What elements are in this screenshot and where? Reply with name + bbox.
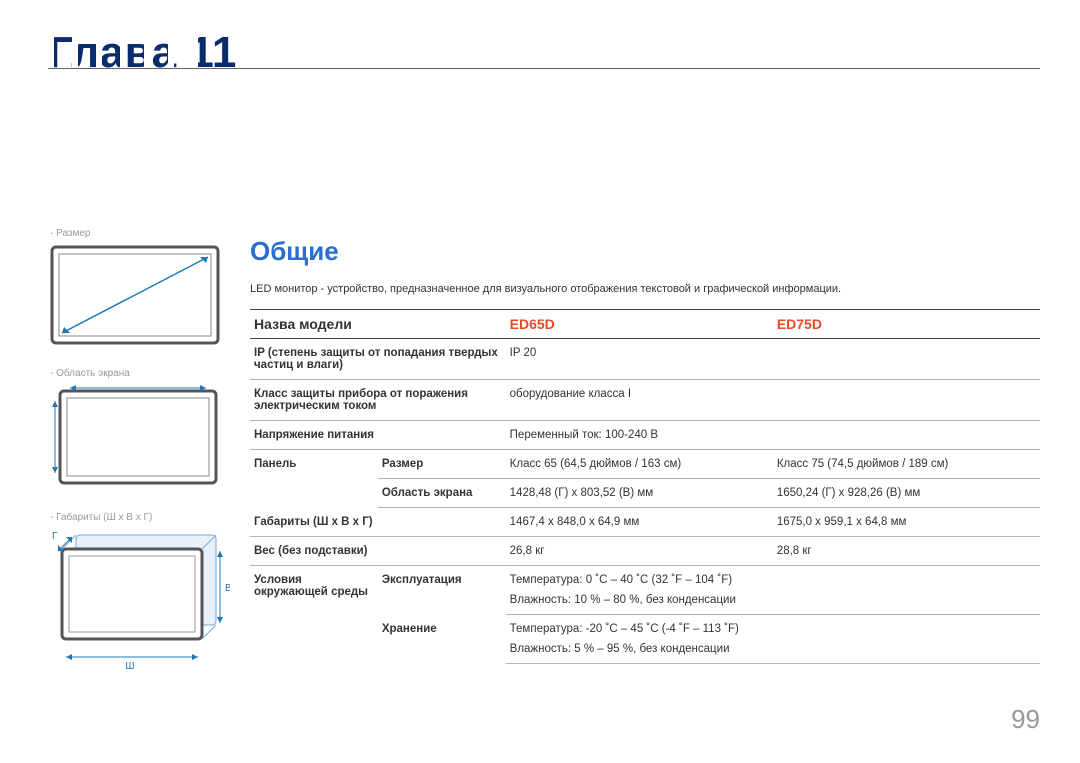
sidebar-diagrams: Размер Область экрана Габариты (Ш x В x …	[50, 228, 220, 698]
env-op-label: Эксплуатация	[378, 566, 506, 615]
spec-table: Назва модели ED65D ED75D IP (степень защ…	[250, 309, 1040, 664]
chapter-title-cut: Глава 11	[48, 28, 237, 70]
env-st-label: Хранение	[378, 615, 506, 664]
ip-value: IP 20	[506, 339, 1040, 380]
panel-area-label: Область экрана	[378, 479, 506, 508]
axis-w-label: Ш	[125, 661, 134, 672]
panel-area-a: 1428,48 (Г) x 803,52 (В) мм	[506, 479, 773, 508]
main-content: Общие LED монитор - устройство, предназн…	[250, 236, 1040, 664]
intro-text: LED монитор - устройство, предназначенно…	[250, 283, 1040, 295]
row-panel-size: Панель Размер Класс 65 (64,5 дюймов / 16…	[250, 450, 1040, 479]
row-class: Класс защиты прибора от поражения электр…	[250, 380, 1040, 421]
weight-b: 28,8 кг	[773, 537, 1040, 566]
env-label: Условия окружающей среды	[250, 566, 378, 664]
diagram-screen-area-block: Область экрана	[50, 368, 220, 492]
diagram-size-label: Размер	[50, 228, 220, 239]
diagram-size-icon	[50, 245, 220, 345]
row-env-op-temp: Условия окружающей среды Эксплуатация Те…	[250, 566, 1040, 595]
panel-area-b: 1650,24 (Г) x 928,26 (В) мм	[773, 479, 1040, 508]
weight-label: Вес (без подставки)	[250, 537, 506, 566]
env-op-hum: Влажность: 10 % – 80 %, без конденсации	[506, 594, 1040, 615]
voltage-label: Напряжение питания	[250, 421, 506, 450]
dims-a: 1467,4 x 848,0 x 64,9 мм	[506, 508, 773, 537]
header-label: Назва модели	[250, 310, 506, 339]
diagram-dims-block: Габариты (Ш x В x Г) Ш В Г	[50, 512, 220, 678]
env-st-temp: Температура: -20 ˚C – 45 ˚C (-4 ˚F – 113…	[506, 615, 1040, 644]
diagram-size-block: Размер	[50, 228, 220, 348]
env-op-temp: Температура: 0 ˚C – 40 ˚C (32 ˚F – 104 ˚…	[506, 566, 1040, 595]
row-dimensions: Габариты (Ш x В x Г) 1467,4 x 848,0 x 64…	[250, 508, 1040, 537]
page-number: 99	[1011, 704, 1040, 735]
table-header-row: Назва модели ED65D ED75D	[250, 310, 1040, 339]
voltage-value: Переменный ток: 100-240 В	[506, 421, 1040, 450]
ip-label: IP (степень защиты от попадания твердых …	[250, 339, 506, 380]
row-ip: IP (степень защиты от попадания твердых …	[250, 339, 1040, 380]
model-b: ED75D	[773, 310, 1040, 339]
row-weight: Вес (без подставки) 26,8 кг 28,8 кг	[250, 537, 1040, 566]
section-title: Общие	[250, 236, 1040, 267]
axis-d-label: Г	[52, 531, 58, 542]
diagram-screen-area-label: Область экрана	[50, 368, 220, 379]
panel-label: Панель	[250, 450, 378, 508]
diagram-screen-area-icon	[50, 385, 220, 489]
env-st-hum: Влажность: 5 % – 95 %, без конденсации	[506, 643, 1040, 664]
diagram-dims-icon: Ш В Г	[50, 529, 230, 675]
chapter-title-text: Глава 11	[48, 28, 237, 70]
class-value: оборудование класса I	[506, 380, 1040, 421]
panel-size-label: Размер	[378, 450, 506, 479]
axis-h-label: В	[225, 583, 230, 594]
class-label: Класс защиты прибора от поражения электр…	[250, 380, 506, 421]
dims-b: 1675,0 x 959,1 x 64,8 мм	[773, 508, 1040, 537]
panel-size-a: Класс 65 (64,5 дюймов / 163 см)	[506, 450, 773, 479]
row-voltage: Напряжение питания Переменный ток: 100-2…	[250, 421, 1040, 450]
model-a: ED65D	[506, 310, 773, 339]
diagram-dims-label: Габариты (Ш x В x Г)	[50, 512, 220, 523]
weight-a: 26,8 кг	[506, 537, 773, 566]
dims-label: Габариты (Ш x В x Г)	[250, 508, 506, 537]
panel-size-b: Класс 75 (74,5 дюймов / 189 см)	[773, 450, 1040, 479]
